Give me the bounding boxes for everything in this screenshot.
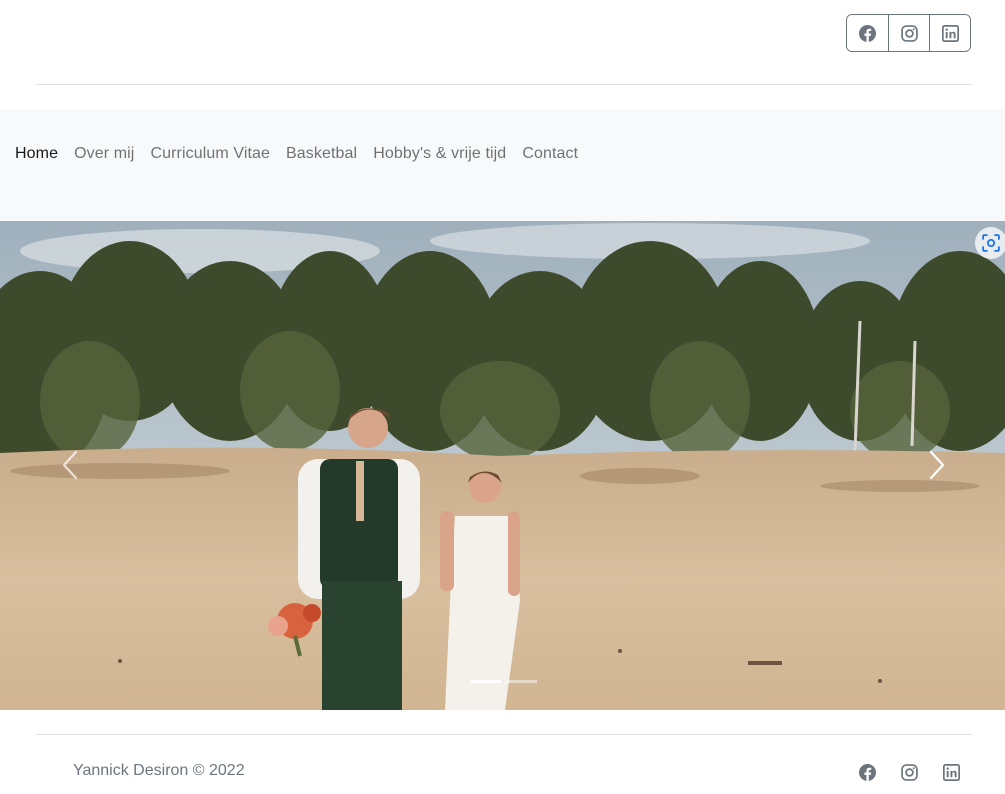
carousel-indicator-1[interactable] bbox=[471, 680, 501, 683]
carousel-next-button[interactable] bbox=[921, 448, 951, 482]
social-button-group bbox=[846, 14, 971, 52]
visual-search-button[interactable] bbox=[975, 227, 1005, 259]
linkedin-icon bbox=[941, 24, 959, 42]
linkedin-button[interactable] bbox=[929, 15, 970, 51]
footer-facebook-link[interactable] bbox=[850, 760, 884, 784]
carousel-indicators bbox=[471, 680, 543, 683]
chevron-right-icon bbox=[929, 450, 945, 480]
instagram-icon bbox=[900, 24, 918, 42]
header-divider bbox=[36, 84, 972, 85]
nav-item-home[interactable]: Home bbox=[15, 142, 58, 166]
carousel-slide-image bbox=[0, 221, 1005, 710]
header bbox=[0, 0, 1005, 85]
nav-item-curriculum-vitae[interactable]: Curriculum Vitae bbox=[150, 142, 270, 166]
chevron-left-icon bbox=[62, 450, 78, 480]
navbar: Home Over mij Curriculum Vitae Basketbal… bbox=[0, 109, 1005, 221]
facebook-button[interactable] bbox=[847, 15, 888, 51]
carousel-indicator-2[interactable] bbox=[507, 680, 537, 683]
nav-item-contact[interactable]: Contact bbox=[522, 142, 578, 166]
footer-linkedin-link[interactable] bbox=[934, 760, 968, 784]
facebook-icon bbox=[859, 24, 876, 42]
nav-list: Home Over mij Curriculum Vitae Basketbal… bbox=[15, 142, 594, 166]
image-carousel bbox=[0, 221, 1005, 710]
linkedin-icon bbox=[942, 763, 960, 781]
footer-social-links bbox=[850, 760, 976, 784]
instagram-button[interactable] bbox=[888, 15, 929, 51]
facebook-icon bbox=[858, 763, 876, 781]
visual-search-icon bbox=[982, 234, 1000, 252]
nav-item-basketbal[interactable]: Basketbal bbox=[286, 142, 357, 166]
carousel-prev-button[interactable] bbox=[56, 448, 86, 482]
footer-instagram-link[interactable] bbox=[892, 760, 926, 784]
instagram-icon bbox=[900, 763, 918, 781]
footer-divider bbox=[36, 734, 972, 735]
copyright-text: Yannick Desiron © 2022 bbox=[73, 762, 245, 779]
nav-item-hobbys[interactable]: Hobby's & vrije tijd bbox=[373, 142, 506, 166]
nav-item-over-mij[interactable]: Over mij bbox=[74, 142, 134, 166]
